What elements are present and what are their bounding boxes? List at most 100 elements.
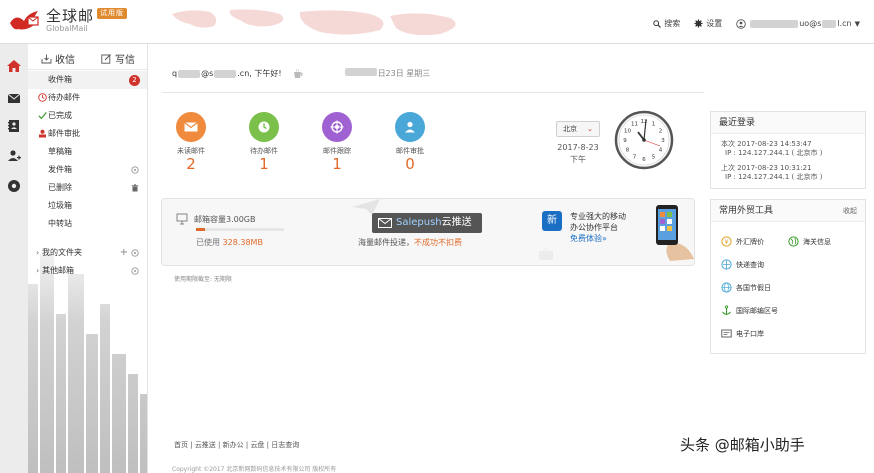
city-select[interactable]: 北京 ⌄ <box>556 121 600 137</box>
gear-icon[interactable] <box>131 267 139 275</box>
storage-progress-fill <box>196 228 206 231</box>
chevron-right-icon: › <box>36 248 40 257</box>
stat-tracking[interactable]: 邮件跟踪 1 <box>312 112 362 172</box>
user-menu[interactable]: uo@s l.cn ▼ <box>736 18 860 29</box>
stat-tracking-icon-bg <box>322 112 352 142</box>
xin-app-icon: 新 <box>542 211 562 231</box>
gear-icon <box>694 19 703 28</box>
user-add-icon[interactable] <box>6 148 22 164</box>
clock-number: 8 <box>626 148 630 154</box>
sidebar-item-sent[interactable]: 发件箱 <box>28 161 147 179</box>
capacity-label: 邮箱容量3.00GB <box>176 213 256 225</box>
nav-rail <box>0 44 28 473</box>
earth-icon <box>721 282 732 293</box>
salepush-suffix: 云推送 <box>441 217 472 228</box>
greeting-email-mid: @s <box>201 69 214 78</box>
sidebar-item-label: 草稿箱 <box>48 147 72 156</box>
home-icon[interactable] <box>6 58 22 74</box>
tool-express[interactable]: 快递查询 <box>721 253 855 276</box>
search-label: 搜索 <box>664 19 681 28</box>
mobile-line2: 办公协作平台 <box>570 223 618 232</box>
settings-label: 设置 <box>706 19 723 28</box>
date-display: 2017-8-23 下午 <box>549 142 607 166</box>
brand-subtitle: GlobalMail <box>46 24 88 33</box>
search-button[interactable]: 搜索 <box>653 18 680 29</box>
promo-banner: 邮箱容量3.00GB 已使用 328.38MB Salepush云推送 海量邮件… <box>161 198 695 266</box>
salepush-banner[interactable]: Salepush云推送 <box>372 213 482 233</box>
used-value: 328.38MB <box>222 238 263 247</box>
contacts-icon[interactable] <box>6 118 22 134</box>
tool-exchange-rate[interactable]: ¥ 外汇牌价 <box>721 230 788 253</box>
anchor-icon <box>722 305 731 315</box>
stat-unread[interactable]: 未读邮件 2 <box>166 112 216 172</box>
storage-used: 已使用 328.38MB <box>196 237 263 248</box>
footer-link-office[interactable]: 新办公 <box>223 441 244 449</box>
tool-postcode[interactable]: 国际邮编区号 <box>721 299 855 322</box>
coffee-cup-icon <box>293 68 303 78</box>
sidebar-item-drafts[interactable]: 草稿箱 <box>28 143 147 161</box>
compose-button[interactable]: 写信 <box>88 48 147 69</box>
sidebar-group-my-folders[interactable]: › 我的文件夹 + <box>28 244 147 262</box>
login-current: 本次 2017-08-23 14:53:47 <box>721 140 812 148</box>
used-label: 已使用 <box>196 238 220 247</box>
stat-approval[interactable]: 邮件审批 0 <box>385 112 435 172</box>
settings-button[interactable]: 设置 <box>694 18 722 29</box>
stat-value: 0 <box>405 155 415 173</box>
compose-icon <box>101 53 111 64</box>
sidebar-group-other-mailboxes[interactable]: › 其他邮箱 <box>28 262 147 280</box>
sidebar-item-junk[interactable]: 垃圾箱 <box>28 197 147 215</box>
tool-e-port[interactable]: 电子口岸 <box>721 322 855 345</box>
salepush-sub: 海量邮件投递， <box>358 238 414 247</box>
sidebar-item-deleted[interactable]: 已删除 <box>28 179 147 197</box>
settings-circle-icon[interactable] <box>6 178 22 194</box>
trial-badge: 试用版 <box>97 8 128 19</box>
footer-links: 首页 | 云推送 | 新办公 | 云盘 | 日志查询 <box>174 441 300 449</box>
tool-label: 外汇牌价 <box>736 237 764 246</box>
gear-icon[interactable] <box>131 249 139 257</box>
sidebar-item-label: 发件箱 <box>48 165 72 174</box>
world-map-decoration <box>172 9 456 36</box>
copyright: Copyright ©2017 北京新网数码信息技术有限公司 版权所有 <box>172 466 337 473</box>
user-icon <box>736 18 746 29</box>
phone-in-hand-image <box>656 205 694 261</box>
sidebar-item-approval[interactable]: 邮件审批 <box>28 125 147 143</box>
mail-actions: 收信 写信 <box>28 48 147 70</box>
receive-button[interactable]: 收信 <box>28 48 88 69</box>
user-email-redacted <box>750 19 799 28</box>
clock-number: 7 <box>633 154 637 160</box>
collapse-button[interactable]: 收起 <box>843 200 857 222</box>
trash-icon[interactable] <box>131 184 139 192</box>
svg-text:¥: ¥ <box>725 239 729 246</box>
sidebar-item-transfer[interactable]: 中转站 <box>28 215 147 233</box>
clock-icon <box>258 121 270 133</box>
sidebar-item-label: 已完成 <box>48 111 72 120</box>
footer-link-disk[interactable]: 云盘 <box>250 441 264 449</box>
brand-name: 全球邮 <box>46 7 95 25</box>
logo[interactable]: 全球邮 试用版 GlobalMail <box>8 7 128 34</box>
tool-customs[interactable]: 海关信息 <box>788 230 855 253</box>
sidebar-item-todo[interactable]: 待办邮件 <box>28 89 147 107</box>
express-globe-icon <box>721 259 732 270</box>
sidebar-item-label: 已删除 <box>48 183 72 192</box>
footer-link-push[interactable]: 云推送 <box>195 441 216 449</box>
sidebar-item-inbox[interactable]: 收件箱 2 <box>28 71 147 89</box>
app-window: { "brand": {"name_cn": "全球邮", "name_en":… <box>0 0 874 473</box>
add-folder-icon[interactable]: + <box>120 244 128 262</box>
right-panel: 最近登录 本次 2017-08-23 14:53:47 IP : 124.127… <box>710 111 866 364</box>
footer-link-home[interactable]: 首页 <box>174 441 188 449</box>
stat-value: 1 <box>332 155 342 173</box>
tool-holidays[interactable]: 各国节假日 <box>721 276 855 299</box>
clock-number: 11 <box>631 122 638 128</box>
sidebar-item-done[interactable]: 已完成 <box>28 107 147 125</box>
free-trial-link[interactable]: 免费体验» <box>570 233 626 244</box>
user-email-redacted-2 <box>822 19 837 28</box>
trade-tools-title: 常用外贸工具 收起 <box>711 200 865 222</box>
mail-icon[interactable] <box>6 90 22 106</box>
stat-todo-icon-bg <box>249 112 279 142</box>
top-header: 全球邮 试用版 GlobalMail 搜索 设置 uo@s l.cn ▼ <box>0 0 874 44</box>
stat-todo[interactable]: 待办邮件 1 <box>239 112 289 172</box>
settings-small-icon[interactable] <box>131 166 139 174</box>
footer-link-log[interactable]: 日志查询 <box>271 441 299 449</box>
sidebar-group-label: 我的文件夹 <box>42 248 82 257</box>
target-icon <box>330 120 344 134</box>
